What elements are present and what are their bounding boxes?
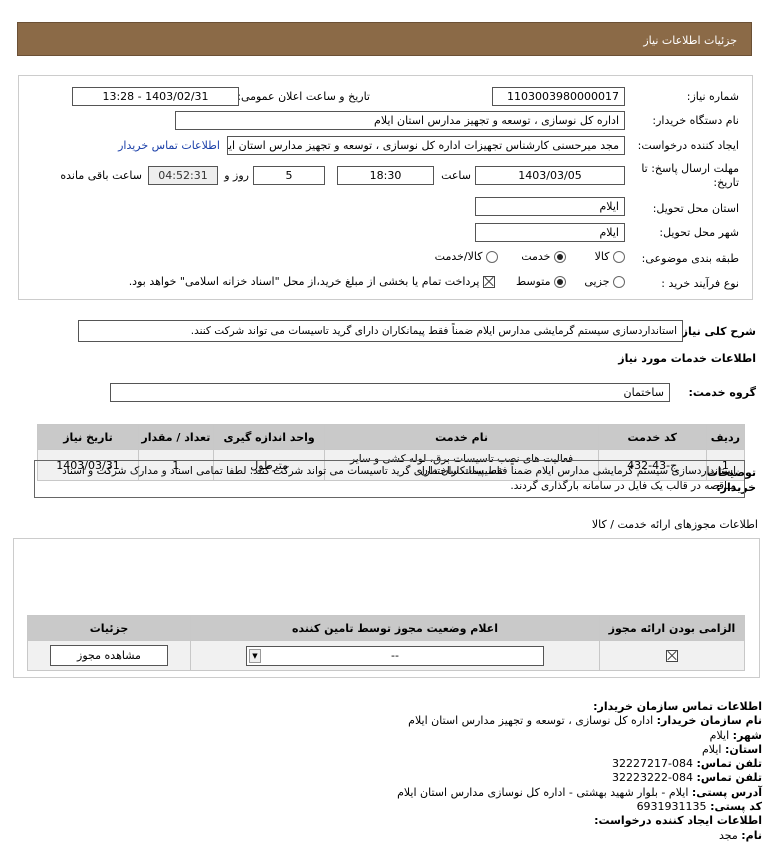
checkbox-icon[interactable] xyxy=(483,276,495,288)
col-qty: تعداد / مقدار xyxy=(138,424,214,450)
view-permit-button[interactable]: مشاهده مجوز xyxy=(50,645,168,666)
buyer-notes-field: استانداردسازی سیستم گرمایشی مدارس ایلام … xyxy=(34,460,745,498)
contact-postal-row: کد پستی: 6931931135 xyxy=(636,800,762,814)
col-index: ردیف xyxy=(705,424,746,450)
deadline-label-2: تاریخ: xyxy=(713,176,739,189)
services-table-header: ردیف کد خدمت نام خدمت واحد اندازه گیری ت… xyxy=(37,424,746,450)
contact-phone-row: تلفن تماس: 084-32227217 xyxy=(612,757,762,771)
category-label: طبقه بندی موضوعی: xyxy=(641,252,739,265)
requester-label: ایجاد کننده درخواست: xyxy=(637,139,739,152)
category-option-both[interactable]: کالا/خدمت xyxy=(435,250,498,263)
page-header: جزئیات اطلاعات نیاز xyxy=(17,22,752,56)
col-required: الزامی بودن ارائه مجوز xyxy=(599,615,745,641)
need-number-field: 1103003980000017 xyxy=(492,87,625,106)
city-label: شهر محل تحویل: xyxy=(659,226,739,239)
province-label: استان محل تحویل: xyxy=(652,202,739,215)
col-code: کد خدمت xyxy=(597,424,707,450)
table-row: -- ▼ مشاهده مجوز xyxy=(27,640,745,671)
contact-city-row: شهر: ایلام xyxy=(709,728,762,742)
process-option-minor[interactable]: جزیی xyxy=(584,275,625,288)
service-group-label: گروه خدمت: xyxy=(688,386,756,399)
contact-section: اطلاعات تماس سازمان خریدار: نام سازمان خ… xyxy=(397,700,762,843)
status-cell: -- ▼ xyxy=(190,640,600,671)
permits-table: الزامی بودن ارائه مجوز اعلام وضعیت مجوز … xyxy=(27,615,745,671)
deadline-time-field: 18:30 xyxy=(337,166,434,185)
contact-org-row: نام سازمان خریدار: اداره کل نوسازی ، توس… xyxy=(408,714,762,728)
chevron-down-icon[interactable]: ▼ xyxy=(249,648,261,663)
category-option-goods[interactable]: کالا xyxy=(595,250,625,263)
days-field: 5 xyxy=(253,166,325,185)
contact-province-row: استان: ایلام xyxy=(702,742,762,756)
time-label: ساعت xyxy=(441,169,471,182)
col-details: جزئیات xyxy=(27,615,191,641)
requester-field: مجد میرحسنی کارشناس تجهیزات اداره کل نوس… xyxy=(227,136,625,155)
col-date: تاریخ نیاز xyxy=(37,424,139,450)
province-field: ایلام xyxy=(475,197,625,216)
service-group-field: ساختمان xyxy=(110,383,670,402)
remaining-label: ساعت باقی مانده xyxy=(60,169,142,182)
buyer-contact-link[interactable]: اطلاعات تماس خریدار xyxy=(118,139,220,152)
creator-title: اطلاعات ایجاد کننده درخواست: xyxy=(594,814,762,828)
need-number-label: شماره نیاز: xyxy=(686,90,739,103)
contact-address-row: آدرس پستی: ایلام - بلوار شهید بهشتی - اد… xyxy=(397,785,762,799)
services-section-title: اطلاعات خدمات مورد نیاز xyxy=(618,352,756,365)
remaining-time-field: 04:52:31 xyxy=(148,166,218,185)
deadline-label: مهلت ارسال پاسخ: تا xyxy=(641,162,739,175)
announce-field: 1403/02/31 - 13:28 xyxy=(72,87,239,106)
city-field: ایلام xyxy=(475,223,625,242)
details-cell: مشاهده مجوز xyxy=(27,640,191,671)
col-status: اعلام وضعیت مجوز توسط تامین کننده xyxy=(190,615,600,641)
page-title: جزئیات اطلاعات نیاز xyxy=(643,34,737,47)
summary-label: شرح کلی نیاز: xyxy=(677,325,756,338)
radio-selected-icon[interactable] xyxy=(554,276,566,288)
announce-label: تاریخ و ساعت اعلان عمومی: xyxy=(237,90,370,103)
process-option-medium[interactable]: متوسط xyxy=(516,275,566,288)
permits-section-title: اطلاعات مجوزهای ارائه خدمت / کالا xyxy=(591,518,758,531)
radio-icon[interactable] xyxy=(486,251,498,263)
creator-name-row: نام: مجد xyxy=(718,828,762,842)
contact-title: اطلاعات تماس سازمان خریدار: xyxy=(593,700,762,713)
summary-field: استانداردسازی سیستم گرمایشی مدارس ایلام … xyxy=(78,320,683,342)
col-name: نام خدمت xyxy=(324,424,599,450)
category-option-service[interactable]: خدمت xyxy=(521,250,566,263)
radio-icon[interactable] xyxy=(613,276,625,288)
buyer-org-field: اداره کل نوسازی ، توسعه و تجهیز مدارس اس… xyxy=(175,111,625,130)
permit-status-select[interactable]: -- ▼ xyxy=(246,645,544,666)
deadline-date-field: 1403/03/05 xyxy=(475,166,625,185)
days-label: روز و xyxy=(224,169,249,182)
payment-checkbox-row[interactable]: پرداخت تمام یا بخشی از مبلغ خرید،از محل … xyxy=(129,275,495,288)
need-details-panel: شماره نیاز: 1103003980000017 تاریخ و ساع… xyxy=(18,75,753,300)
radio-selected-icon[interactable] xyxy=(554,251,566,263)
contact-fax-row: تلفن تماس: 084-32223222 xyxy=(612,771,762,785)
col-unit: واحد اندازه گیری xyxy=(212,424,326,450)
checkbox-icon xyxy=(666,650,678,662)
buyer-org-label: نام دستگاه خریدار: xyxy=(652,114,739,127)
process-label: نوع فرآیند خرید : xyxy=(661,277,739,290)
required-cell xyxy=(599,640,745,671)
permits-table-header: الزامی بودن ارائه مجوز اعلام وضعیت مجوز … xyxy=(27,615,745,641)
radio-icon[interactable] xyxy=(613,251,625,263)
